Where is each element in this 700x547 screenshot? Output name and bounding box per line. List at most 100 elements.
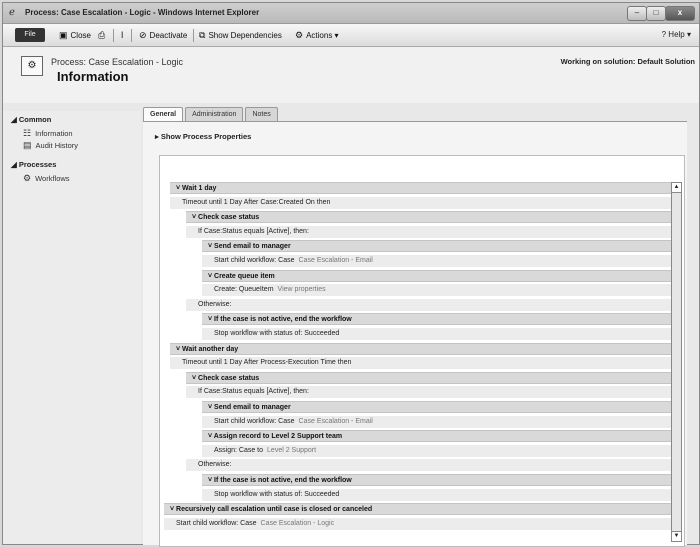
- step-text: If Case:Status equals [Active], then:: [198, 388, 309, 395]
- scroll-down-arrow-icon[interactable]: ▼: [672, 531, 681, 541]
- step-link[interactable]: Case Escalation - Logic: [261, 520, 335, 527]
- minimize-button[interactable]: –: [627, 6, 647, 21]
- workflow-step-header[interactable]: ˅ Assign record to Level 2 Support team: [202, 430, 672, 442]
- ribbon-separator: [193, 29, 194, 42]
- step-link[interactable]: View properties: [278, 286, 326, 293]
- workflow-step-detail: Assign: Case to Level 2 Support: [202, 445, 672, 457]
- entity-breadcrumb: Process: Case Escalation - Logic: [51, 57, 184, 67]
- left-navigation: ◢ Common ☷ Information ▤ Audit History ◢…: [3, 111, 141, 544]
- step-text: Timeout until 1 Day After Process-Execut…: [182, 359, 352, 366]
- tab-notes[interactable]: Notes: [245, 107, 278, 121]
- nav-item-workflows[interactable]: ⚙ Workflows: [23, 173, 70, 184]
- attach-button[interactable]: ⎙: [98, 30, 105, 41]
- workflow-step-detail: Stop workflow with status of: Succeeded: [202, 328, 672, 340]
- tab-administration[interactable]: Administration: [185, 107, 244, 121]
- nav-item-label: Information: [35, 129, 73, 138]
- show-dependencies-label: Show Dependencies: [208, 31, 282, 40]
- step-text: Otherwise:: [198, 301, 232, 308]
- attach-icon: ⎙: [98, 30, 106, 40]
- workflow-step-detail: Start child workflow: Case Case Escalatio…: [164, 518, 672, 530]
- show-dependencies-button[interactable]: ⧉ Show Dependencies: [199, 30, 282, 41]
- title-bar: ℯ Process: Case Escalation - Logic - Win…: [3, 3, 699, 24]
- command-ribbon: File ▣ Close ⎙ ǀ ⊘ Deactivate ⧉ Show Dep…: [3, 24, 699, 47]
- step-link[interactable]: Level 2 Support: [267, 447, 316, 454]
- process-icon: ⚙: [21, 56, 43, 76]
- ie-icon: ℯ: [9, 7, 15, 18]
- form-tabs: General Administration Notes: [143, 107, 278, 121]
- tab-general[interactable]: General: [143, 107, 184, 121]
- workflow-step-detail: Stop workflow with status of: Succeeded: [202, 489, 672, 501]
- step-text: ˅ Check case status: [192, 375, 260, 382]
- step-link[interactable]: Case Escalation - Email: [299, 418, 373, 425]
- step-text: ˅ Wait another day: [176, 346, 239, 353]
- step-text: Otherwise:: [198, 461, 232, 468]
- browser-window: ℯ Process: Case Escalation - Logic - Win…: [2, 2, 700, 547]
- pin-icon: ǀ: [121, 30, 124, 40]
- nav-item-label: Audit History: [35, 141, 79, 150]
- step-text: If Case:Status equals [Active], then:: [198, 228, 309, 235]
- maximize-button[interactable]: □: [646, 6, 666, 21]
- step-text: ˅ If the case is not active, end the wor…: [208, 316, 352, 323]
- workflow-step-header[interactable]: ˅ Recursively call escalation until case…: [164, 503, 672, 515]
- workflow-step-detail: Otherwise:: [186, 459, 672, 471]
- deactivate-label: Deactivate: [149, 31, 188, 40]
- close-window-button[interactable]: x: [665, 6, 695, 21]
- vertical-scrollbar[interactable]: ▲ ▼: [671, 182, 682, 542]
- workflow-step-header[interactable]: ˅ Wait 1 day: [170, 182, 672, 194]
- step-text: Stop workflow with status of: Succeeded: [214, 491, 340, 498]
- window-title: Process: Case Escalation - Logic - Windo…: [25, 8, 260, 17]
- workflow-step-detail: Start child workflow: Case Case Escalatio…: [202, 416, 672, 428]
- step-link[interactable]: Case Escalation - Email: [299, 257, 373, 264]
- workflow-step-header[interactable]: ˅ Create queue item: [202, 270, 672, 282]
- close-button[interactable]: ▣ Close: [59, 30, 91, 41]
- close-button-label: Close: [70, 31, 91, 40]
- nav-section-processes[interactable]: ◢ Processes: [11, 160, 56, 169]
- actions-label: Actions ▾: [306, 31, 339, 40]
- workflow-designer: ˅ Wait 1 day Timeout until 1 Day After Ca…: [159, 155, 685, 547]
- step-text: ˅ Wait 1 day: [176, 185, 217, 192]
- step-text: ˅ Assign record to Level 2 Support team: [208, 433, 343, 440]
- workflow-step-detail: If Case:Status equals [Active], then:: [186, 386, 672, 398]
- workflow-step-header[interactable]: ˅ Check case status: [186, 372, 672, 384]
- help-button[interactable]: ? Help ▾: [662, 30, 691, 39]
- workflow-step-header[interactable]: ˅ Check case status: [186, 211, 672, 223]
- page-title: Information: [57, 69, 129, 84]
- pin-button[interactable]: ǀ: [121, 30, 123, 40]
- ribbon-separator: [131, 29, 132, 42]
- workflow-step-detail: If Case:Status equals [Active], then:: [186, 226, 672, 238]
- workflow-step-header[interactable]: ˅ Wait another day: [170, 343, 672, 355]
- workflow-step-detail: Timeout until 1 Day After Case:Created O…: [170, 197, 672, 209]
- step-text: ˅ If the case is not active, end the wor…: [208, 477, 352, 484]
- step-text: Timeout until 1 Day After Case:Created O…: [182, 199, 331, 206]
- workflow-step-detail: Create: QueueItem View properties: [202, 284, 672, 296]
- step-text: Start child workflow: Case: [214, 257, 295, 264]
- step-text: ˅ Recursively call escalation until case…: [170, 506, 373, 513]
- dependencies-icon: ⧉: [199, 30, 206, 40]
- workflow-step-header[interactable]: ˅ If the case is not active, end the wor…: [202, 313, 672, 325]
- deactivate-icon: ⊘: [139, 30, 147, 40]
- step-text: ˅ Check case status: [192, 214, 260, 221]
- information-icon: ☷: [23, 128, 32, 138]
- help-icon: ?: [661, 30, 667, 39]
- nav-item-audit-history[interactable]: ▤ Audit History: [23, 140, 78, 151]
- workflow-step-header[interactable]: ˅ Send email to manager: [202, 401, 672, 413]
- step-text: Stop workflow with status of: Succeeded: [214, 330, 340, 337]
- audit-history-icon: ▤: [23, 140, 32, 150]
- record-header: ⚙ Process: Case Escalation - Logic Infor…: [3, 47, 699, 103]
- deactivate-button[interactable]: ⊘ Deactivate: [139, 30, 187, 41]
- help-label: Help ▾: [668, 30, 691, 39]
- actions-menu-button[interactable]: ⚙ Actions ▾: [295, 30, 339, 41]
- workflow-step-header[interactable]: ˅ If the case is not active, end the wor…: [202, 474, 672, 486]
- workflow-step-detail: Timeout until 1 Day After Process-Execut…: [170, 357, 672, 369]
- solution-status: Working on solution: Default Solution: [560, 57, 695, 66]
- step-text: Start child workflow: Case: [176, 520, 257, 527]
- scroll-up-arrow-icon[interactable]: ▲: [672, 183, 681, 193]
- nav-section-common[interactable]: ◢ Common: [11, 115, 51, 124]
- show-process-properties-link[interactable]: ▸ Show Process Properties: [155, 132, 251, 141]
- step-text: Start child workflow: Case: [214, 418, 295, 425]
- actions-icon: ⚙: [295, 30, 304, 40]
- workflow-step-header[interactable]: ˅ Send email to manager: [202, 240, 672, 252]
- nav-item-information[interactable]: ☷ Information: [23, 128, 73, 139]
- file-button[interactable]: File: [15, 28, 45, 42]
- step-text: ˅ Send email to manager: [208, 404, 291, 411]
